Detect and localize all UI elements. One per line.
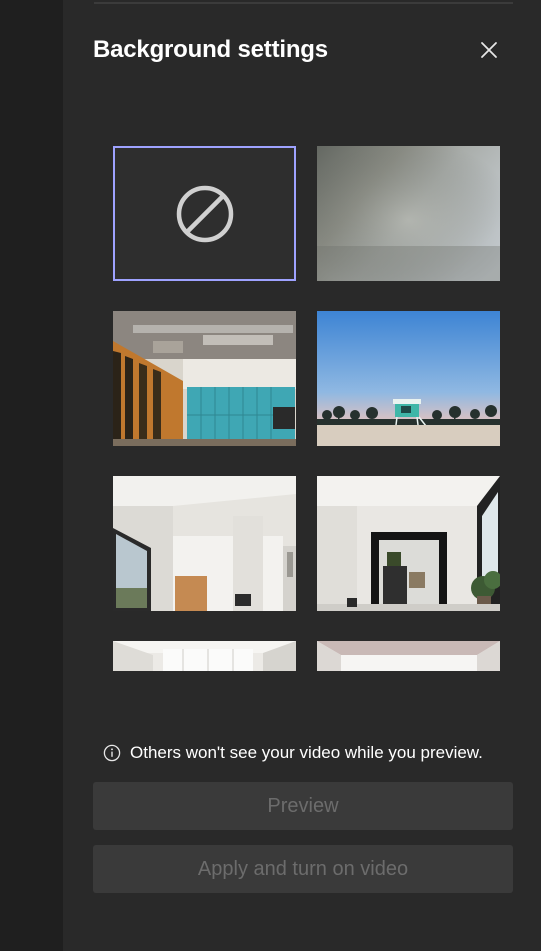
apply-and-turn-on-video-button[interactable]: Apply and turn on video (93, 845, 513, 893)
background-option-beach[interactable] (317, 311, 500, 446)
background-option-white-room-mirror[interactable] (317, 476, 500, 611)
info-icon (103, 744, 121, 762)
background-option-blur[interactable] (317, 146, 500, 281)
none-icon (176, 185, 234, 243)
background-option-office-lockers[interactable] (113, 311, 296, 446)
background-grid (113, 146, 500, 671)
background-option-none[interactable] (113, 146, 296, 281)
background-option-white-ceiling-room[interactable] (317, 641, 500, 671)
preview-notice-text: Others won't see your video while you pr… (130, 743, 483, 762)
background-option-white-hallway[interactable] (113, 641, 296, 671)
preview-notice: Others won't see your video while you pr… (103, 742, 483, 764)
app-left-strip (0, 0, 63, 951)
close-icon[interactable] (477, 38, 501, 62)
top-divider (94, 2, 513, 4)
preview-button[interactable]: Preview (93, 782, 513, 830)
panel-title: Background settings (93, 36, 328, 63)
background-settings-panel: Background settings Others won't see you… (63, 0, 541, 951)
background-option-white-room-window[interactable] (113, 476, 296, 611)
